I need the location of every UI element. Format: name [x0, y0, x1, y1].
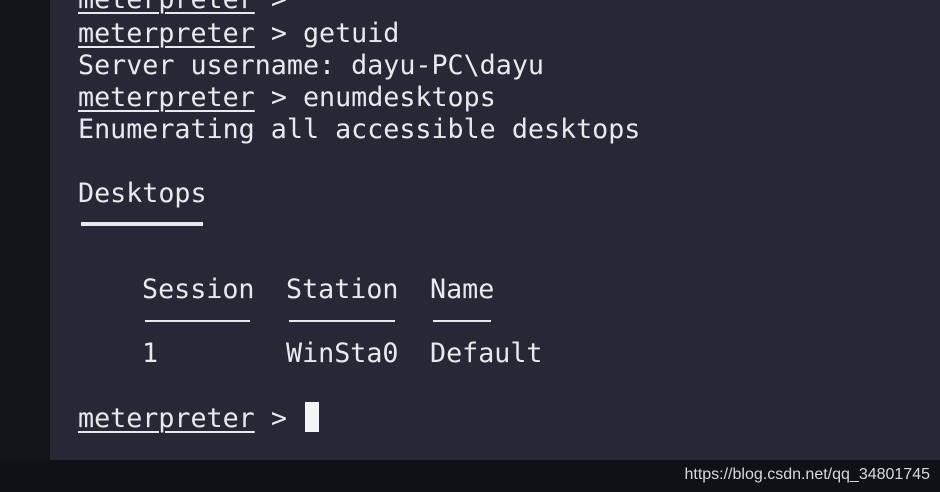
- prompt-separator: >: [254, 82, 303, 113]
- terminal-output-username: Server username: dayu-PC\dayu: [78, 50, 544, 81]
- text-cursor[interactable]: [304, 402, 319, 432]
- terminal-line-partial: meterpreter >: [78, 0, 287, 16]
- terminal-line-getuid: meterpreter > getuid: [78, 18, 399, 50]
- terminal-line-enumdesktops: meterpreter > enumdesktops: [78, 82, 496, 114]
- terminal-input-line[interactable]: meterpreter >: [78, 402, 319, 434]
- table-header-session-rule: [145, 320, 250, 322]
- table-header-session: Session: [142, 274, 255, 305]
- prompt-separator: >: [254, 18, 303, 49]
- window-left-edge: [0, 0, 50, 492]
- table-header-name: Name: [430, 274, 495, 305]
- desktops-heading: Desktops: [78, 178, 207, 209]
- prompt-separator: >: [254, 403, 303, 434]
- table-cell-session: 1: [142, 338, 159, 369]
- prompt-label: meterpreter: [78, 403, 255, 434]
- table-header-station: Station: [286, 274, 399, 305]
- terminal-output-enumerating: Enumerating all accessible desktops: [78, 114, 641, 145]
- desktops-heading-underline: [81, 222, 203, 226]
- command-text: enumdesktops: [302, 82, 496, 113]
- prompt-label: meterpreter: [78, 0, 255, 15]
- table-header-name-rule: [433, 320, 491, 322]
- prompt-separator: >: [255, 0, 287, 15]
- prompt-label: meterpreter: [78, 18, 255, 49]
- table-cell-name: Default: [430, 338, 543, 369]
- table-header-station-rule: [289, 320, 395, 322]
- watermark-text: https://blog.csdn.net/qq_34801745: [684, 466, 930, 483]
- table-cell-station: WinSta0: [286, 338, 399, 369]
- prompt-label: meterpreter: [78, 82, 255, 113]
- command-text: getuid: [302, 18, 400, 49]
- terminal-window[interactable]: meterpreter > meterpreter > getuid Serve…: [50, 0, 940, 460]
